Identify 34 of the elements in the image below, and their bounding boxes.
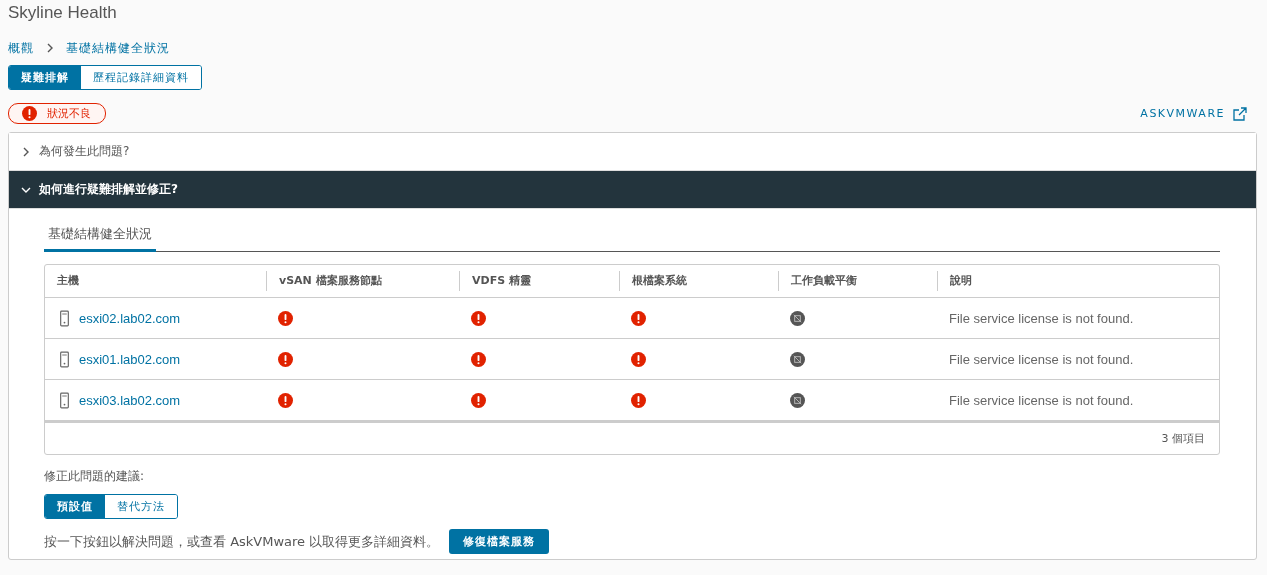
error-icon [22, 106, 37, 121]
server-icon [60, 309, 69, 327]
server-icon [60, 391, 69, 409]
fix-button[interactable]: 修復檔案服務 [449, 529, 550, 554]
server-icon [60, 350, 69, 368]
table-cell: File service license is not found. [949, 392, 1134, 408]
accordion-header[interactable]: 為何發生此問題? [9, 133, 1256, 171]
status-badge: 狀況不良 [8, 103, 106, 124]
column-header: 根檔案系統 [619, 271, 778, 291]
accordion-header[interactable]: 如何進行疑難排解並修正? [9, 171, 1256, 209]
host-link[interactable]: esxi01.lab02.com [79, 351, 181, 367]
host-link[interactable]: esxi03.lab02.com [79, 392, 181, 408]
table-cell: File service license is not found. [949, 351, 1134, 367]
tab[interactable]: 基礎結構健全狀況 [44, 225, 156, 252]
column-header: 主機 [56, 273, 80, 289]
instruction-text: 按一下按鈕以解決問題，或查看 AskVMware 以取得更多詳細資料。 [44, 532, 440, 551]
breadcrumb-link[interactable]: 概觀 [8, 39, 34, 57]
column-header: 說明 [937, 271, 1219, 291]
tab[interactable]: 疑難排解 [9, 66, 81, 89]
page-title: Skyline Health [8, 2, 118, 24]
column-header: vSAN 檔案服務節點 [266, 271, 459, 291]
column-header: VDFS 精靈 [459, 271, 619, 291]
tab[interactable]: 預設值 [45, 495, 105, 518]
table-cell: File service license is not found. [949, 310, 1134, 326]
item-count: 3 個項目 [1161, 432, 1205, 445]
host-link[interactable]: esxi02.lab02.com [79, 310, 181, 326]
askvmware-link[interactable]: ASKVMWARE [1140, 106, 1247, 121]
column-header: 工作負載平衡 [778, 271, 937, 291]
chevron-right-icon [21, 146, 31, 157]
chevron-right-icon [46, 43, 54, 53]
section-label: 修正此問題的建議: [44, 468, 146, 485]
tab[interactable]: 歷程記錄詳細資料 [81, 66, 201, 89]
external-link-icon [1233, 106, 1247, 121]
breadcrumb-link[interactable]: 基礎結構健全狀況 [66, 39, 170, 57]
